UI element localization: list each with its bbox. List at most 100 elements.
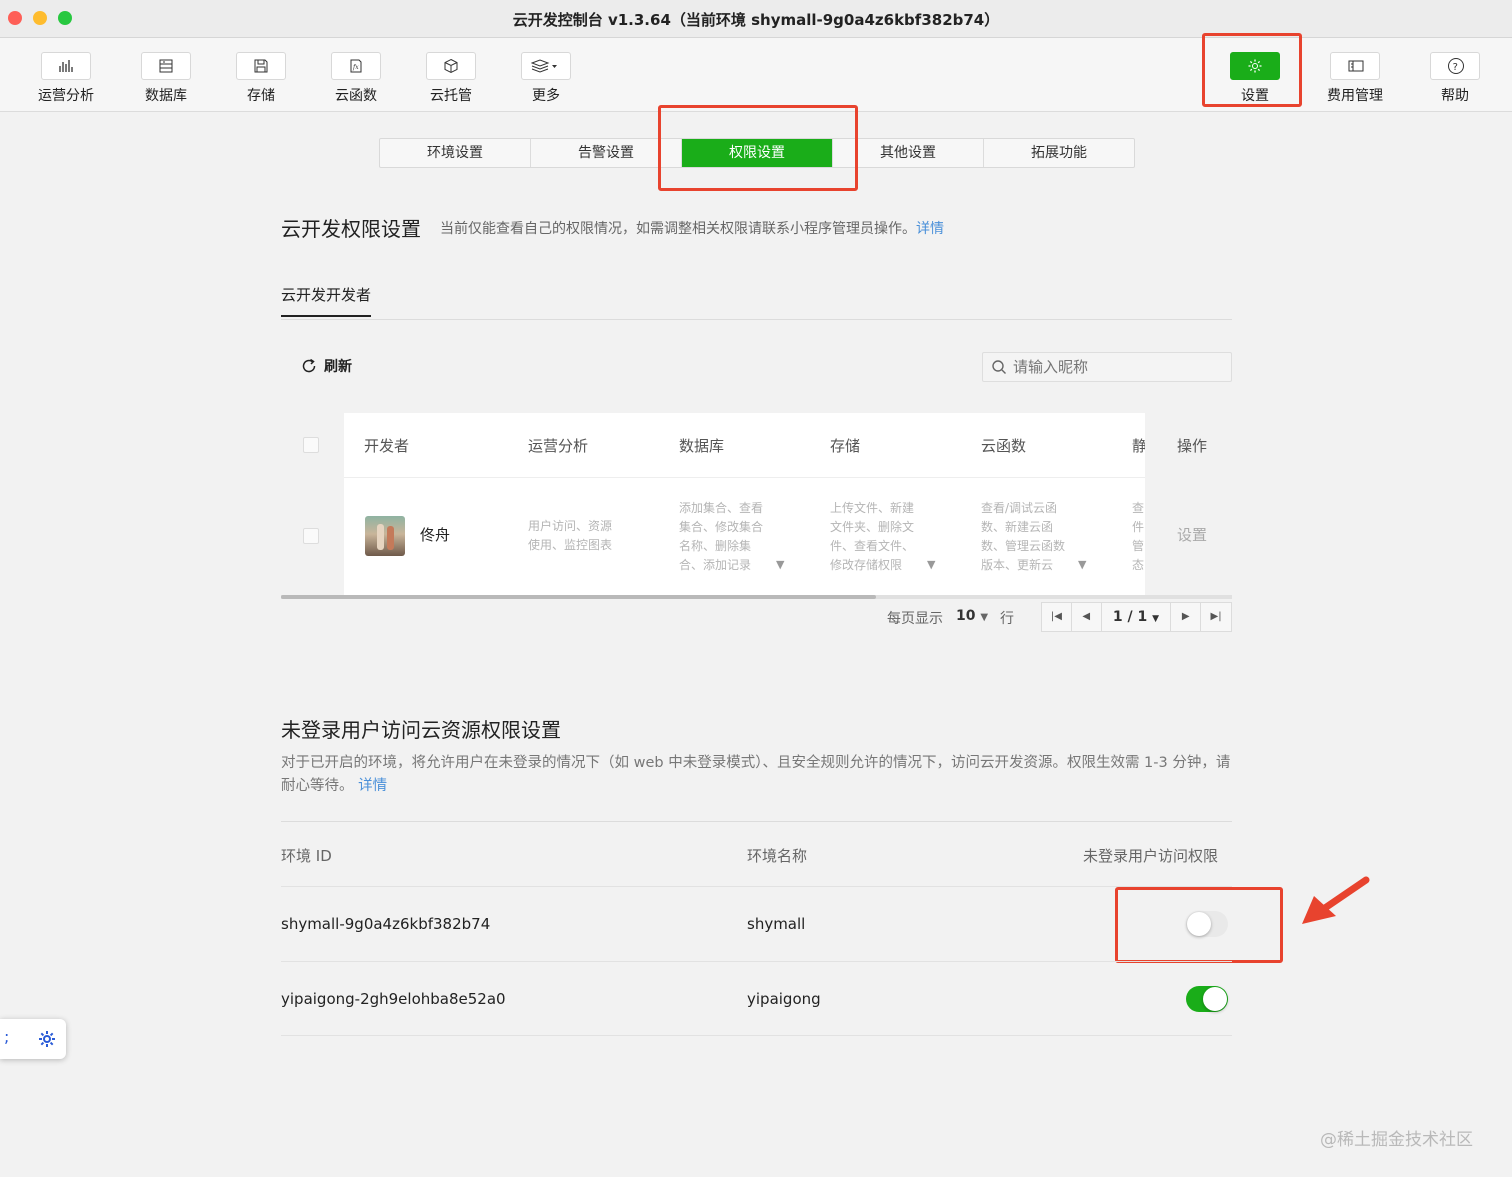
page-select[interactable]: 1 / 1 ▼ bbox=[1102, 603, 1172, 631]
col-header-action: 操作 bbox=[1177, 437, 1208, 455]
developer-table: 开发者 运营分析 数据库 存储 云函数 静 佟舟 用户访问、资源 使用、监控图表… bbox=[281, 413, 1232, 597]
col-header-database: 数据库 bbox=[679, 437, 725, 455]
permission-desc-text: 当前仅能查看自己的权限情况，如需调整相关权限请联系小程序管理员操作。 bbox=[440, 221, 916, 237]
col-header-storage: 存储 bbox=[830, 437, 861, 455]
col-header-static: 静 bbox=[1132, 437, 1145, 455]
row-divider bbox=[344, 477, 1145, 478]
bar-chart-icon bbox=[41, 52, 91, 80]
avatar bbox=[365, 516, 405, 556]
toolbar-storage[interactable]: 存储 bbox=[216, 52, 306, 105]
unlogged-access-toggle-shymall[interactable] bbox=[1186, 911, 1228, 937]
toolbar-billing[interactable]: 费用管理 bbox=[1310, 52, 1400, 105]
highlight-box-settings bbox=[1202, 33, 1302, 107]
table-horizontal-scrollbar[interactable] bbox=[281, 595, 1232, 599]
toolbar-label: 云函数 bbox=[335, 88, 377, 104]
env-name: shymall bbox=[747, 915, 806, 933]
pagination: |◀ ◀ 1 / 1 ▼ ▶ ▶| bbox=[1041, 602, 1232, 632]
col-header-functions: 云函数 bbox=[981, 437, 1027, 455]
divider bbox=[281, 821, 1232, 822]
svg-text:?: ? bbox=[1453, 62, 1458, 73]
row-checkbox[interactable] bbox=[303, 528, 319, 544]
toolbar-label: 运营分析 bbox=[38, 88, 94, 104]
expand-db-icon[interactable]: ▼ bbox=[776, 555, 784, 574]
unlogged-desc-text: 对于已开启的环境，将允许用户在未登录的情况下（如 web 中未登录模式）、且安全… bbox=[281, 755, 1231, 794]
toolbar-label: 存储 bbox=[247, 88, 275, 104]
floating-toolbar: ; bbox=[0, 1019, 66, 1059]
env-id: yipaigong-2gh9elohba8e52a0 bbox=[281, 990, 506, 1008]
last-page-button[interactable]: ▶| bbox=[1201, 603, 1231, 631]
first-page-button[interactable]: |◀ bbox=[1042, 603, 1072, 631]
col-header-ops: 运营分析 bbox=[528, 437, 589, 455]
function-icon: fx bbox=[331, 52, 381, 80]
expand-storage-icon[interactable]: ▼ bbox=[927, 555, 935, 574]
scrollbar-thumb[interactable] bbox=[281, 595, 876, 599]
per-page-unit: 行 bbox=[1000, 611, 1014, 627]
select-all-checkbox[interactable] bbox=[303, 437, 319, 453]
perm-database: 添加集合、查看 集合、修改集合 名称、删除集 合、添加记录 bbox=[679, 501, 764, 572]
toolbar-cloud-hosting[interactable]: 云托管 bbox=[406, 52, 496, 105]
divider bbox=[281, 319, 1232, 320]
expand-functions-icon[interactable]: ▼ bbox=[1078, 555, 1086, 574]
env-id: shymall-9g0a4z6kbf382b74 bbox=[281, 915, 491, 933]
toggle-knob bbox=[1203, 987, 1227, 1011]
perm-static: 查 件 管 态 bbox=[1132, 501, 1145, 572]
col-header-developer: 开发者 bbox=[364, 437, 410, 455]
chevron-down-icon: ▼ bbox=[1152, 614, 1160, 624]
toolbar-label: 帮助 bbox=[1441, 88, 1469, 104]
page-indicator: 1 / 1 bbox=[1112, 609, 1148, 625]
refresh-icon bbox=[302, 358, 316, 373]
tab-cloud-developers[interactable]: 云开发开发者 bbox=[281, 284, 372, 317]
svg-text:fx: fx bbox=[352, 64, 359, 71]
billing-icon bbox=[1330, 52, 1380, 80]
toolbar-cloud-function[interactable]: fx 云函数 bbox=[311, 52, 401, 105]
refresh-label: 刷新 bbox=[324, 359, 352, 375]
layers-icon bbox=[521, 52, 571, 80]
row-divider bbox=[281, 886, 1232, 887]
toolbar-database[interactable]: 数据库 bbox=[121, 52, 211, 105]
toolbar-label: 费用管理 bbox=[1327, 88, 1383, 104]
floating-tool-text: ; bbox=[4, 1027, 10, 1046]
permission-desc: 当前仅能查看自己的权限情况，如需调整相关权限请联系小程序管理员操作。详情 bbox=[440, 218, 944, 238]
per-page-value: 10 bbox=[956, 608, 976, 624]
permission-details-link[interactable]: 详情 bbox=[916, 221, 944, 237]
row-settings-link[interactable]: 设置 bbox=[1177, 526, 1207, 545]
prev-page-button[interactable]: ◀ bbox=[1072, 603, 1102, 631]
toolbar-help[interactable]: ? 帮助 bbox=[1410, 52, 1500, 105]
col-header-env-id: 环境 ID bbox=[281, 847, 332, 865]
next-page-button[interactable]: ▶ bbox=[1171, 603, 1202, 631]
chevron-down-icon: ▼ bbox=[980, 612, 989, 623]
highlight-box-permission-tab bbox=[658, 105, 858, 191]
per-page-label: 每页显示 bbox=[887, 611, 943, 627]
unlogged-access-title: 未登录用户访问云资源权限设置 bbox=[281, 718, 561, 742]
save-icon bbox=[236, 52, 286, 80]
developer-name: 佟舟 bbox=[420, 526, 451, 544]
search-box[interactable] bbox=[982, 352, 1232, 382]
avatar-figure-left bbox=[377, 524, 384, 550]
unlogged-access-desc: 对于已开启的环境，将允许用户在未登录的情况下（如 web 中未登录模式）、且安全… bbox=[281, 752, 1236, 798]
unlogged-details-link[interactable]: 详情 bbox=[358, 778, 387, 794]
per-page-select[interactable]: 10 ▼ bbox=[956, 608, 988, 624]
env-name: yipaigong bbox=[747, 990, 821, 1008]
gear-icon[interactable] bbox=[37, 1029, 57, 1049]
perm-storage: 上传文件、新建 文件夹、删除文 件、查看文件、 修改存储权限 bbox=[830, 501, 915, 572]
refresh-button[interactable]: 刷新 bbox=[300, 356, 352, 376]
unlogged-access-toggle-yipaigong[interactable] bbox=[1186, 986, 1228, 1012]
tab-extensions[interactable]: 拓展功能 bbox=[984, 139, 1134, 167]
tab-env-settings[interactable]: 环境设置 bbox=[380, 139, 531, 167]
table-body: 开发者 运营分析 数据库 存储 云函数 静 佟舟 用户访问、资源 使用、监控图表… bbox=[344, 413, 1145, 595]
watermark: @稀土掘金技术社区 bbox=[1320, 1130, 1473, 1150]
toolbar-label: 更多 bbox=[532, 88, 560, 104]
nickname-search-input[interactable] bbox=[1013, 358, 1213, 376]
red-arrow-icon bbox=[1302, 876, 1370, 924]
permission-title: 云开发权限设置 bbox=[281, 217, 421, 241]
cube-icon bbox=[426, 52, 476, 80]
avatar-figure-right bbox=[387, 526, 394, 550]
toolbar-ops-analysis[interactable]: 运营分析 bbox=[21, 52, 111, 105]
toolbar-more[interactable]: 更多 bbox=[501, 52, 591, 105]
toolbar-label: 云托管 bbox=[430, 88, 472, 104]
row-divider bbox=[281, 1035, 1232, 1036]
perm-functions: 查看/调试云函 数、新建云函 数、管理云函数 版本、更新云 bbox=[981, 501, 1066, 572]
search-icon bbox=[992, 360, 1006, 374]
col-header-unlogged-access: 未登录用户访问权限 bbox=[1083, 847, 1219, 865]
perm-ops: 用户访问、资源 使用、监控图表 bbox=[528, 519, 613, 552]
